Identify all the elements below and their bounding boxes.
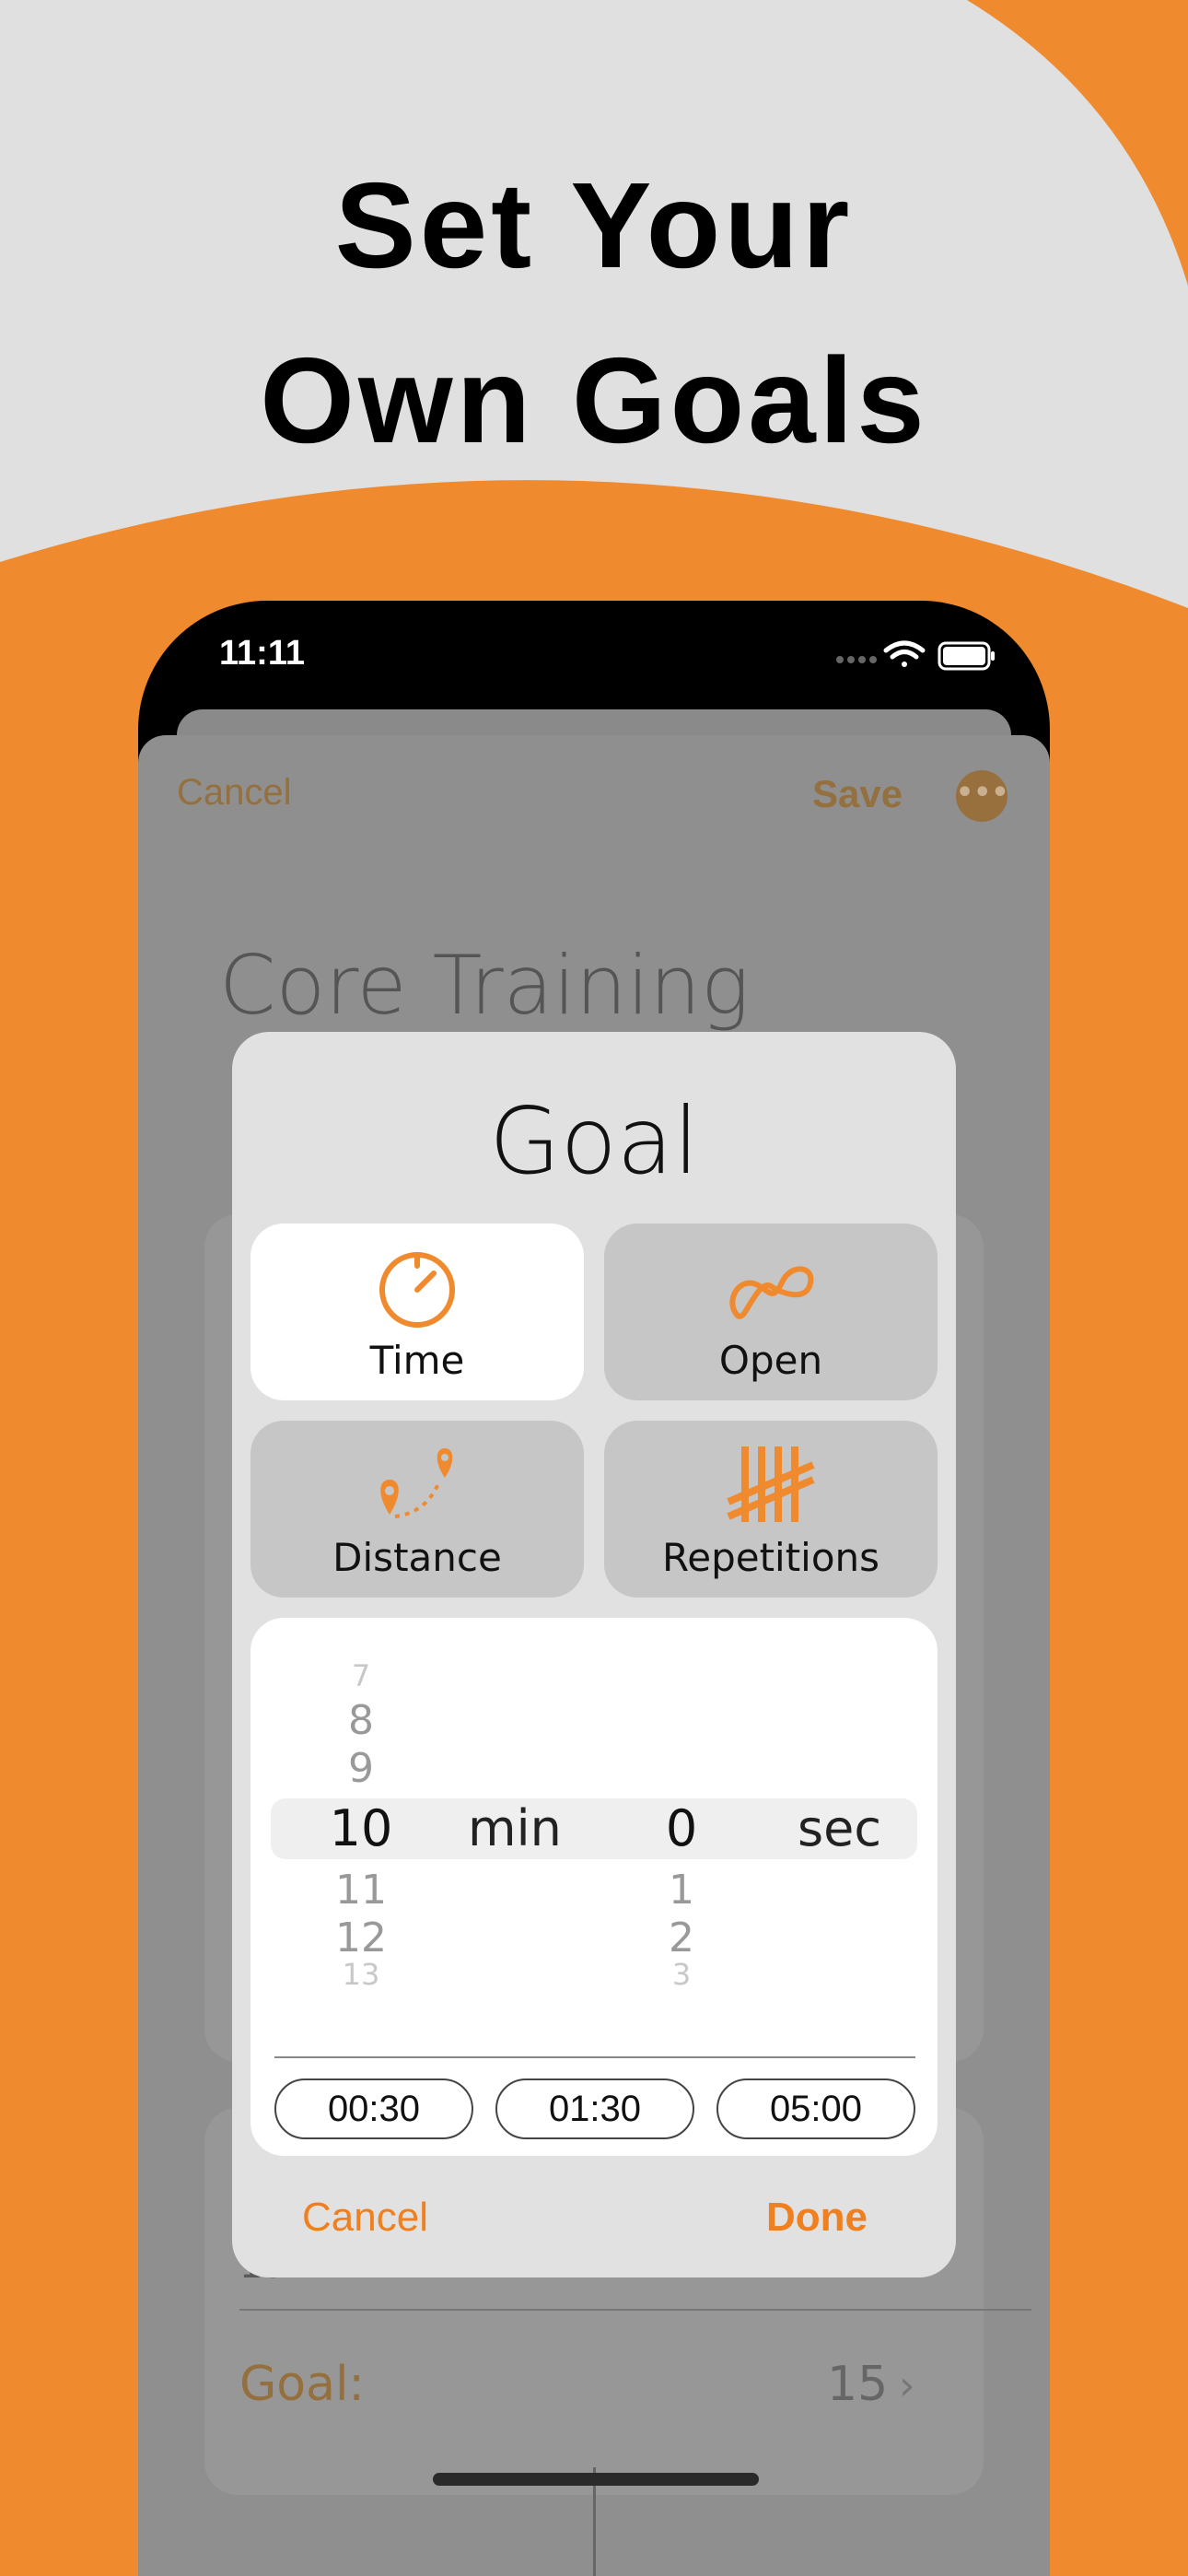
minutes-unit-label: min bbox=[468, 1799, 562, 1857]
goal-option-label: Time bbox=[369, 1338, 465, 1383]
sheet-divider bbox=[239, 2309, 1031, 2311]
wifi-icon bbox=[883, 640, 926, 667]
stopwatch-icon bbox=[379, 1252, 455, 1328]
goal-option-label: Open bbox=[718, 1338, 823, 1383]
sheet-title: Core Training bbox=[219, 938, 750, 1033]
route-pins-icon bbox=[380, 1448, 453, 1518]
promo-headline: Set Your Own Goals bbox=[0, 138, 1188, 488]
goal-option-label: Distance bbox=[332, 1535, 502, 1580]
picker-selected-minutes: 10 bbox=[329, 1799, 393, 1857]
picker-item: 12 bbox=[335, 1914, 387, 1961]
goal-option-open[interactable]: Open bbox=[604, 1224, 938, 1400]
goal-option-repetitions[interactable]: Repetitions bbox=[604, 1421, 938, 1598]
signal-dots-icon bbox=[836, 656, 877, 663]
picker-item: 2 bbox=[669, 1914, 694, 1961]
goal-option-label: Repetitions bbox=[661, 1535, 880, 1580]
sheet-goal-value[interactable]: 15 bbox=[827, 2357, 888, 2412]
sheet-save-button[interactable]: Save bbox=[812, 772, 903, 816]
dialog-title: Goal bbox=[489, 1087, 699, 1195]
picker-divider bbox=[274, 2056, 915, 2058]
dialog-done-button[interactable]: Done bbox=[766, 2195, 868, 2241]
battery-icon bbox=[938, 641, 995, 671]
time-picker-card: 7 8 9 10 11 12 13 min 0 1 2 3 sec 00:30 … bbox=[250, 1618, 938, 2156]
tally-marks-icon bbox=[727, 1446, 815, 1522]
picker-item: 1 bbox=[669, 1867, 694, 1914]
infinity-icon bbox=[729, 1266, 814, 1319]
sheet-goal-label[interactable]: Goal: bbox=[239, 2357, 365, 2412]
picker-item: 13 bbox=[342, 1957, 380, 1992]
seconds-unit-label: sec bbox=[798, 1799, 882, 1857]
status-icons bbox=[836, 640, 995, 671]
picker-item: 7 bbox=[351, 1658, 371, 1693]
home-indicator bbox=[433, 2473, 759, 2486]
preset-button-0130[interactable]: 01:30 bbox=[495, 2078, 694, 2139]
picker-item: 8 bbox=[348, 1697, 374, 1744]
status-time: 11:11 bbox=[219, 634, 305, 673]
sheet-cancel-button[interactable]: Cancel bbox=[177, 772, 292, 814]
goal-dialog: Goal Time Open Distance Repetitions 7 8 … bbox=[232, 1032, 956, 2277]
picker-item: 11 bbox=[335, 1867, 387, 1914]
preset-button-0030[interactable]: 00:30 bbox=[274, 2078, 473, 2139]
goal-option-time[interactable]: Time bbox=[250, 1224, 584, 1400]
picker-item: 3 bbox=[671, 1957, 692, 1992]
goal-option-distance[interactable]: Distance bbox=[250, 1421, 584, 1598]
headline-line-2: Own Goals bbox=[260, 333, 928, 468]
ellipsis-icon[interactable]: ••• bbox=[956, 770, 1009, 822]
picker-selected-seconds: 0 bbox=[665, 1799, 698, 1857]
picker-item: 9 bbox=[348, 1745, 374, 1792]
preset-button-0500[interactable]: 05:00 bbox=[716, 2078, 915, 2139]
chevron-right-icon: › bbox=[899, 2362, 915, 2409]
dialog-cancel-button[interactable]: Cancel bbox=[302, 2195, 428, 2241]
headline-line-1: Set Your bbox=[334, 158, 854, 293]
